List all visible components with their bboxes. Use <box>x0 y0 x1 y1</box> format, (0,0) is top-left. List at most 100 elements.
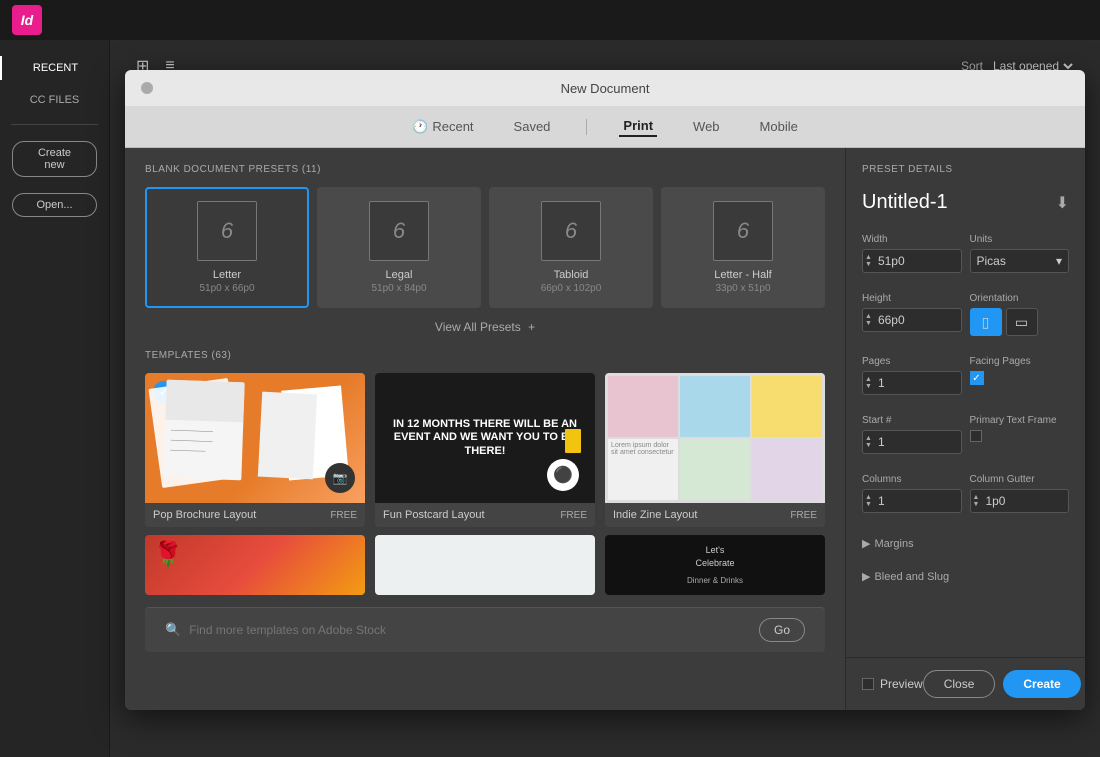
modal-body: BLANK DOCUMENT PRESETS (11) 6 Letter 51p… <box>125 148 1085 710</box>
pages-spinner[interactable]: ▲ ▼ <box>862 371 962 395</box>
save-preset-icon[interactable]: ⬇ <box>1056 193 1069 213</box>
height-input[interactable] <box>874 309 961 331</box>
width-units-row: Width ▲ ▼ Units <box>862 234 1069 273</box>
tab-web[interactable]: Web <box>689 117 724 136</box>
tab-mobile-label: Mobile <box>760 119 798 134</box>
close-button[interactable]: Close <box>923 670 996 698</box>
start-group: Start # ▲ ▼ <box>862 415 962 454</box>
postcard-rect-icon <box>565 429 581 453</box>
height-spinner[interactable]: ▲ ▼ <box>862 308 962 332</box>
landscape-icon: ▭ <box>1015 314 1028 331</box>
primary-text-group: Primary Text Frame <box>970 415 1070 454</box>
pages-facing-row: Pages ▲ ▼ Facing Pages <box>862 356 1069 395</box>
pages-input[interactable] <box>874 372 961 394</box>
brochure-icon-circle: 📷 <box>325 463 355 493</box>
start-spinner-arrows: ▲ ▼ <box>863 435 874 449</box>
magazine-thumbnail <box>375 535 595 595</box>
template-magazine-partial[interactable] <box>375 535 595 595</box>
start-primary-row: Start # ▲ ▼ Primary Tex <box>862 415 1069 454</box>
preview-checkbox[interactable] <box>862 678 874 690</box>
zine-cell-3 <box>752 376 822 437</box>
sidebar-item-recent[interactable]: RECENT <box>0 56 109 80</box>
width-spinner[interactable]: ▲ ▼ <box>862 249 962 273</box>
sidebar-item-cc-files[interactable]: CC FILES <box>0 88 109 112</box>
template-pop-brochure-badge: FREE <box>330 510 357 521</box>
height-up-arrow[interactable]: ▲ <box>865 313 872 320</box>
pages-up-arrow[interactable]: ▲ <box>865 376 872 383</box>
column-gutter-spinner-arrows: ▲ ▼ <box>971 494 982 508</box>
modal-header: New Document <box>125 70 1085 106</box>
pages-down-arrow[interactable]: ▼ <box>865 383 872 390</box>
create-button[interactable]: Create <box>1003 670 1080 698</box>
height-down-arrow[interactable]: ▼ <box>865 320 872 327</box>
template-indie-zine[interactable]: Lorem ipsum dolor sit amet consectetur I… <box>605 373 825 527</box>
create-new-button[interactable]: Create new <box>12 141 97 177</box>
columns-input[interactable] <box>874 490 961 512</box>
tab-print[interactable]: Print <box>619 116 657 137</box>
bleed-slug-expand[interactable]: ▶ Bleed and Slug <box>862 566 1069 587</box>
open-button[interactable]: Open... <box>12 193 97 217</box>
preset-legal[interactable]: 6 Legal 51p0 x 84p0 <box>317 187 481 308</box>
width-down-arrow[interactable]: ▼ <box>865 261 872 268</box>
portrait-button[interactable]: ▯ <box>970 308 1002 336</box>
search-input[interactable] <box>189 623 751 637</box>
template-pop-brochure-name: Pop Brochure Layout <box>153 509 256 521</box>
preset-tabloid-icon: 6 <box>541 201 601 261</box>
traffic-light-close[interactable] <box>141 82 153 94</box>
templates-title: TEMPLATES (63) <box>145 350 825 361</box>
preset-letter-name: Letter <box>159 269 295 281</box>
start-label: Start # <box>862 415 962 426</box>
landscape-button[interactable]: ▭ <box>1006 308 1038 336</box>
margins-expand[interactable]: ▶ Margins <box>862 533 1069 554</box>
start-spinner[interactable]: ▲ ▼ <box>862 430 962 454</box>
units-select[interactable]: Picas ▾ <box>970 249 1070 273</box>
preset-tabloid[interactable]: 6 Tabloid 66p0 x 102p0 <box>489 187 653 308</box>
preset-letter-half-icon: 6 <box>713 201 773 261</box>
go-button[interactable]: Go <box>759 618 805 642</box>
preset-letter-half-name: Letter - Half <box>675 269 811 281</box>
main-layout: RECENT CC FILES Create new Open... ⊞ ≡ S… <box>0 40 1100 757</box>
template-fun-postcard-name: Fun Postcard Layout <box>383 509 485 521</box>
column-gutter-input[interactable] <box>981 490 1068 512</box>
bleed-slug-expand-label: Bleed and Slug <box>874 571 949 583</box>
template-flowers-partial[interactable] <box>145 535 365 595</box>
view-all-presets-link[interactable]: View All Presets + <box>145 320 825 334</box>
dinner-drinks-text: Dinner & Drinks <box>687 575 743 587</box>
facing-pages-checkbox[interactable]: ✓ <box>970 371 984 385</box>
lets-celebrate-text: Let'sCelebrate <box>687 544 743 571</box>
zine-cell-5 <box>680 439 750 500</box>
column-gutter-spinner[interactable]: ▲ ▼ <box>970 489 1070 513</box>
template-fun-postcard-thumb: in 12 months there will be an event and … <box>375 373 595 503</box>
preset-letter[interactable]: 6 Letter 51p0 x 66p0 <box>145 187 309 308</box>
blank-presets-title: BLANK DOCUMENT PRESETS (11) <box>145 164 825 175</box>
postcard-circle-icon: ⚫ <box>547 459 579 491</box>
search-bar: 🔍 Go <box>145 607 825 652</box>
width-up-arrow[interactable]: ▲ <box>865 254 872 261</box>
modal-tabs: 🕐 Recent Saved Print Web Mobile <box>125 106 1085 148</box>
dinner-text: Let'sCelebrate Dinner & Drinks <box>687 544 743 587</box>
columns-spinner[interactable]: ▲ ▼ <box>862 489 962 513</box>
brochure-content-lines: ————————————————— <box>164 420 243 464</box>
preset-details-title: PRESET DETAILS <box>862 164 1069 175</box>
template-indie-zine-name: Indie Zine Layout <box>613 509 697 521</box>
zine-cell-6 <box>752 439 822 500</box>
tab-recent[interactable]: 🕐 Recent <box>408 117 477 137</box>
columns-up-arrow[interactable]: ▲ <box>865 494 872 501</box>
width-input[interactable] <box>874 250 961 272</box>
start-up-arrow[interactable]: ▲ <box>865 435 872 442</box>
template-pop-brochure[interactable]: ✓ ————————————————— <box>145 373 365 527</box>
template-dinner-partial[interactable]: Let'sCelebrate Dinner & Drinks <box>605 535 825 595</box>
tab-saved[interactable]: Saved <box>510 117 555 136</box>
columns-down-arrow[interactable]: ▼ <box>865 501 872 508</box>
start-down-arrow[interactable]: ▼ <box>865 442 872 449</box>
preset-letter-half[interactable]: 6 Letter - Half 33p0 x 51p0 <box>661 187 825 308</box>
template-fun-postcard[interactable]: in 12 months there will be an event and … <box>375 373 595 527</box>
presets-grid: 6 Letter 51p0 x 66p0 6 Legal <box>145 187 825 308</box>
tab-mobile[interactable]: Mobile <box>756 117 802 136</box>
primary-text-checkbox-row <box>970 430 1070 442</box>
primary-text-checkbox[interactable] <box>970 430 982 442</box>
column-gutter-up-arrow[interactable]: ▲ <box>973 494 980 501</box>
column-gutter-down-arrow[interactable]: ▼ <box>973 501 980 508</box>
facing-pages-group: Facing Pages ✓ <box>970 356 1070 395</box>
start-input[interactable] <box>874 431 961 453</box>
